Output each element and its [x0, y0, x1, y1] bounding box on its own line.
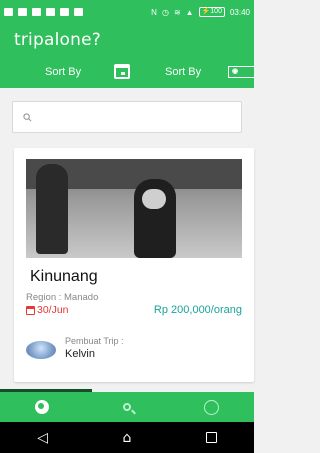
- facebook-icon: [18, 8, 27, 16]
- creator-avatar: [26, 341, 56, 359]
- trip-date: 30/Jun: [26, 304, 69, 316]
- smiley-icon: [204, 399, 220, 415]
- wifi-icon: ≋: [173, 7, 181, 17]
- calendar-icon[interactable]: [114, 64, 130, 79]
- system-icons: N ◷ ≋ ▲ ⚡100 03:40: [151, 7, 250, 17]
- android-nav-bar: ◁ ⌂: [0, 422, 254, 453]
- home-icon[interactable]: ⌂: [122, 430, 131, 446]
- nfc-icon: N: [151, 7, 157, 17]
- app-logo: tripalone?: [14, 30, 101, 50]
- notification-icon: [4, 8, 13, 16]
- status-bar: N ◷ ≋ ▲ ⚡100 03:40: [0, 0, 254, 24]
- sort-bar: Sort By Sort By ◉: [0, 56, 254, 88]
- trip-title: Kinunang: [30, 268, 98, 285]
- recents-icon[interactable]: [205, 432, 217, 443]
- search-icon: [23, 112, 32, 121]
- trip-date-text: 30/Jun: [37, 304, 69, 316]
- search-box[interactable]: [12, 101, 242, 133]
- message-icon: [32, 8, 41, 16]
- sort-by-price-button[interactable]: Sort By: [165, 66, 201, 78]
- tab-explore[interactable]: [0, 392, 85, 422]
- battery-icon: ⚡100: [198, 7, 225, 17]
- clock: 03:40: [229, 7, 250, 17]
- back-icon[interactable]: ◁: [37, 430, 48, 446]
- search-input[interactable]: [38, 112, 218, 122]
- tab-search[interactable]: [85, 392, 170, 422]
- globe-icon: [35, 400, 50, 414]
- message-icon: [46, 8, 55, 16]
- notification-icons: [4, 8, 83, 16]
- battery-level: 100: [210, 8, 222, 15]
- image-icon: [60, 8, 69, 16]
- money-icon[interactable]: ◉: [228, 66, 254, 78]
- message-icon: [74, 8, 83, 16]
- creator-label: Pembuat Trip :: [65, 336, 124, 346]
- signal-icon: ▲: [185, 7, 194, 17]
- calendar-icon: [26, 305, 35, 315]
- tab-profile[interactable]: [169, 392, 254, 422]
- trip-photo: [26, 159, 242, 258]
- trip-price: Rp 200,000/orang: [153, 304, 242, 316]
- bottom-nav: [0, 392, 254, 422]
- creator-name: Kelvin: [65, 348, 95, 360]
- sort-by-date-button[interactable]: Sort By: [45, 66, 81, 78]
- search-icon: [123, 403, 131, 411]
- app-bar: tripalone?: [0, 24, 254, 56]
- trip-region: Region : Manado: [26, 292, 99, 303]
- alarm-icon: ◷: [161, 7, 169, 17]
- trip-card[interactable]: Kinunang Region : Manado 30/Jun Rp 200,0…: [14, 148, 254, 382]
